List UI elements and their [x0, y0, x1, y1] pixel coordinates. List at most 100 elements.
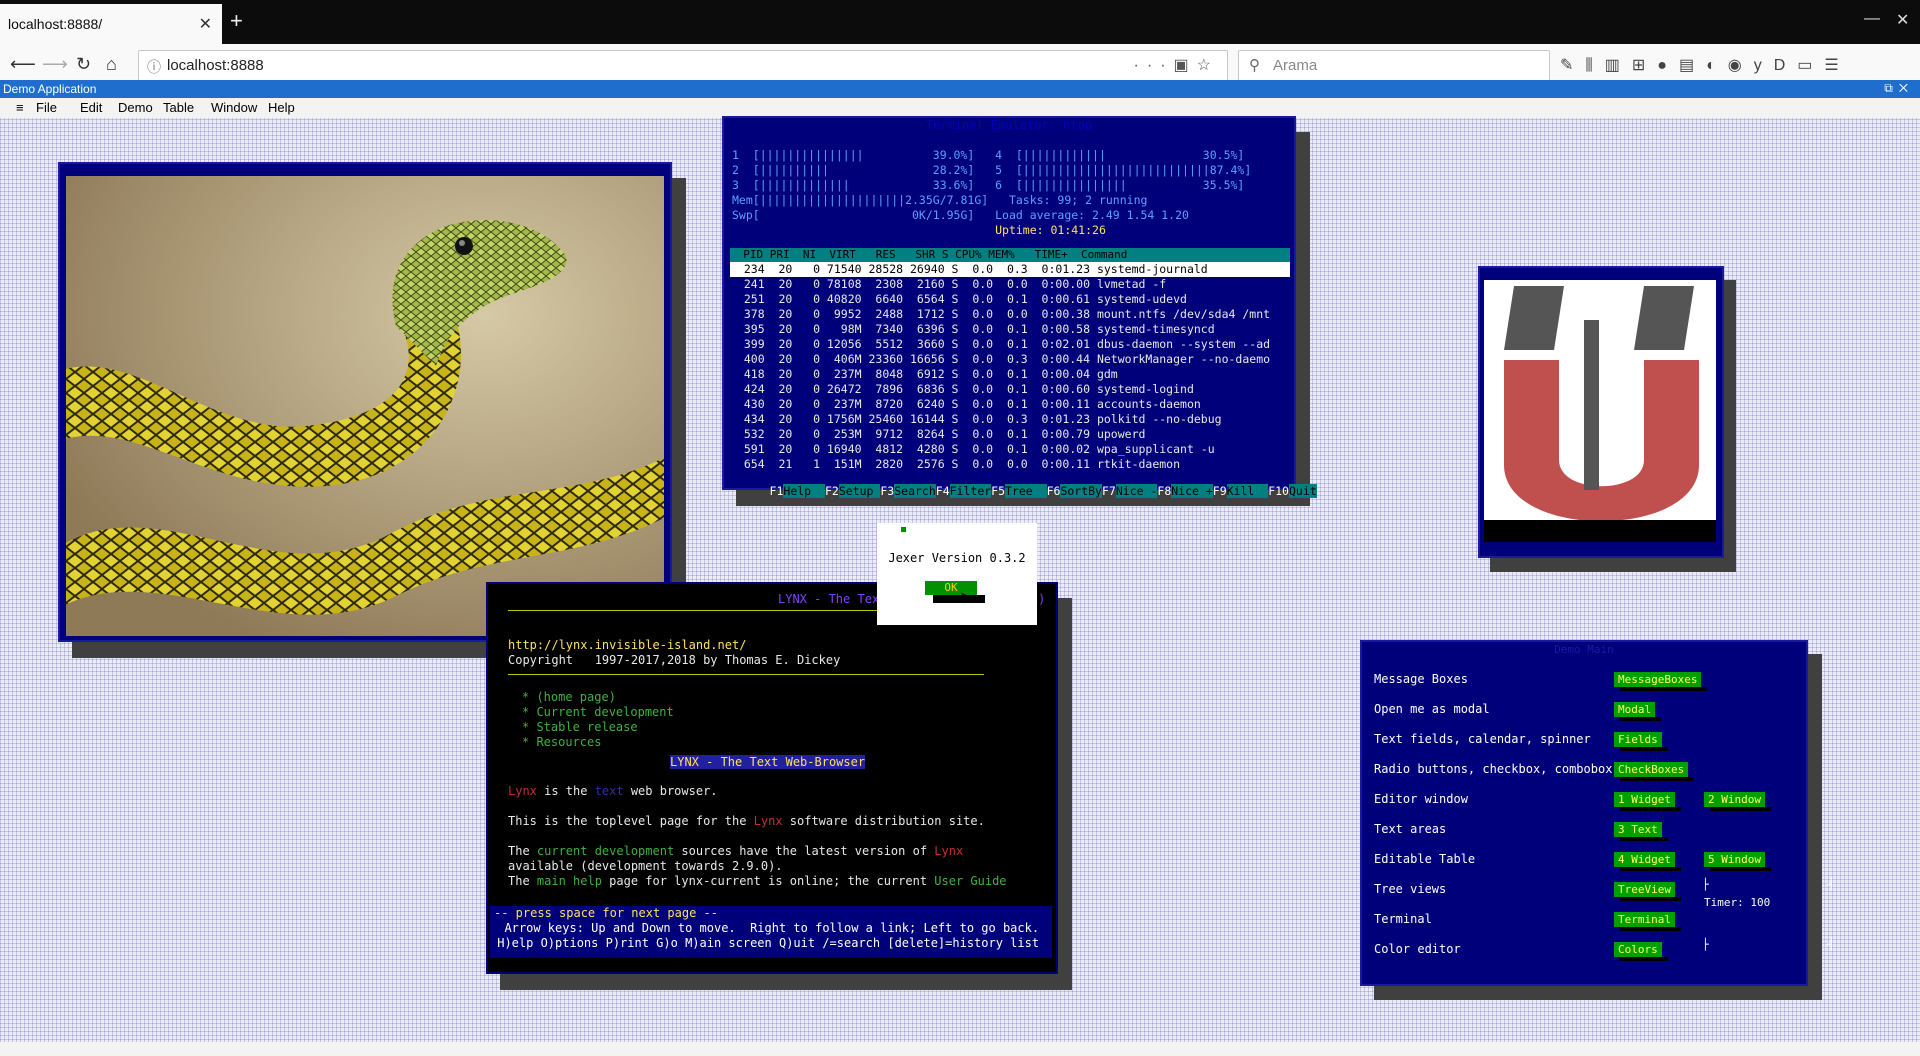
editor-window-button[interactable]: 2 Window	[1704, 792, 1771, 811]
htop-terminal-window[interactable]: Terminal Emulator: htop 1 [|||||||||||||…	[722, 116, 1317, 498]
fields-button[interactable]: Fields	[1614, 732, 1668, 751]
process-table-header[interactable]: PID PRI NI VIRT RES SHR S CPU% MEM% TIME…	[730, 248, 1290, 262]
logo-window[interactable]	[1478, 266, 1724, 558]
lynx-status-bar: -- press space for next page -- Arrow ke…	[490, 906, 1052, 958]
jexer-logo	[1484, 280, 1716, 542]
row-label: Radio buttons, checkbox, combobox	[1374, 762, 1613, 776]
row-label: Text areas	[1374, 822, 1447, 836]
fkey-label[interactable]: Nice -	[1115, 484, 1158, 498]
home-icon[interactable]: ⌂	[106, 54, 117, 75]
link-home-page[interactable]: * (home page)	[522, 690, 616, 704]
fkey-filter[interactable]: F4	[936, 484, 950, 498]
row-label: Editor window	[1374, 792, 1468, 806]
page-actions-icon[interactable]: ···▣☆	[1134, 55, 1219, 75]
url-bar[interactable]: ⓘ localhost:8888 ···▣☆	[138, 50, 1228, 82]
messageboxes-button[interactable]: MessageBoxes	[1614, 672, 1709, 691]
table-row[interactable]: 424 20 0 26472 7896 6836 S 0.0 0.1 0:00.…	[730, 382, 1290, 397]
browser-tab-bar: localhost:8888/ ✕ + — ✕	[0, 0, 1920, 44]
fkey-search[interactable]: F3	[880, 484, 894, 498]
lynx-terminal-window[interactable]: LYNX - The Text Web-Browser (p1 of 3) ht…	[486, 582, 1058, 974]
text-areas-button[interactable]: 3 Text	[1614, 822, 1668, 841]
new-tab-icon[interactable]: +	[230, 8, 243, 34]
app-title: Demo Application	[3, 82, 97, 96]
fkey-label[interactable]: Help	[783, 484, 825, 498]
close-window-icon[interactable]: ✕	[1896, 10, 1909, 30]
timer-label: Timer: 100	[1704, 896, 1771, 909]
fkey-label[interactable]: Filter	[949, 484, 992, 498]
demo-main-window[interactable]: Demo Main Message Boxes MessageBoxes Ope…	[1360, 640, 1834, 986]
fkey-tree[interactable]: F5	[991, 484, 1005, 498]
table-window-button[interactable]: 5 Window	[1704, 852, 1771, 871]
version-dialog[interactable]: Jexer Version 0.3.2 OK ➤	[877, 523, 1037, 625]
paragraph: The current development sources have the…	[508, 844, 964, 858]
table-row[interactable]: 251 20 0 40820 6640 6564 S 0.0 0.1 0:00.…	[730, 292, 1290, 307]
function-key-bar: F1Help F2Setup F3SearchF4FilterF5Tree F6…	[728, 470, 1317, 512]
forward-icon[interactable]: ⟶	[42, 54, 68, 75]
table-row[interactable]: 234 20 0 71540 28528 26940 S 0.0 0.3 0:0…	[730, 262, 1290, 277]
page-heading: LYNX - The Text Web-Browser	[670, 755, 866, 769]
fkey-label[interactable]: Nice +	[1171, 484, 1213, 498]
window-title: Terminal Emulator: htop	[925, 118, 1093, 132]
fkey-nice-minus[interactable]: F7	[1102, 484, 1116, 498]
link-resources[interactable]: * Resources	[522, 735, 601, 749]
table-row[interactable]: 378 20 0 9952 2488 1712 S 0.0 0.0 0:00.3…	[730, 307, 1290, 322]
checkboxes-button[interactable]: CheckBoxes	[1614, 762, 1695, 781]
image-window[interactable]	[58, 162, 672, 642]
table-row[interactable]: 430 20 0 237M 8720 6240 S 0.0 0.1 0:00.1…	[730, 397, 1290, 412]
menu-demo[interactable]: Demo	[118, 100, 153, 115]
table-row[interactable]: 434 20 0 1756M 25460 16144 S 0.0 0.3 0:0…	[730, 412, 1290, 427]
fkey-setup[interactable]: F2	[825, 484, 839, 498]
menu-window[interactable]: Window	[211, 100, 257, 115]
browser-tab[interactable]: localhost:8888/ ✕	[0, 4, 222, 44]
colors-button[interactable]: Colors	[1614, 942, 1668, 961]
back-icon[interactable]: ⟵	[10, 54, 36, 75]
table-row[interactable]: 399 20 0 12056 5512 3660 S 0.0 0.1 0:02.…	[730, 337, 1290, 352]
terminal-button[interactable]: Terminal	[1614, 912, 1681, 931]
treeview-button[interactable]: TreeView	[1614, 882, 1681, 901]
table-row[interactable]: 418 20 0 237M 8048 6912 S 0.0 0.1 0:00.0…	[730, 367, 1290, 382]
menu-system[interactable]: ≡	[16, 100, 24, 115]
dialog-close-icon[interactable]	[901, 527, 906, 532]
table-row[interactable]: 395 20 0 98M 7340 6396 S 0.0 0.1 0:00.58…	[730, 322, 1290, 337]
paragraph: Lynx is the text web browser.	[508, 784, 718, 798]
fkey-label[interactable]: Quit	[1288, 484, 1317, 498]
table-row[interactable]: 591 20 0 16940 4812 4280 S 0.0 0.1 0:00.…	[730, 442, 1290, 457]
table-row[interactable]: 400 20 0 406M 23360 16656 S 0.0 0.3 0:00…	[730, 352, 1290, 367]
site-info-icon[interactable]: ⓘ	[147, 57, 161, 77]
fkey-help[interactable]: F1	[770, 484, 784, 498]
app-window-controls[interactable]: ⧉✕	[1884, 81, 1914, 96]
paragraph: available (development towards 2.9.0).	[508, 859, 783, 873]
search-input[interactable]: ⚲ Arama	[1238, 50, 1550, 82]
minimize-icon[interactable]: —	[1864, 10, 1880, 28]
link-stable-release[interactable]: * Stable release	[522, 720, 638, 734]
help-line: Arrow keys: Up and Down to move. Right t…	[490, 921, 1040, 935]
row-label: Message Boxes	[1374, 672, 1468, 686]
link-current-development[interactable]: * Current development	[522, 705, 674, 719]
cpu-meter: 3 [||||||||||||| 33.6%] 6 [|||||||||||||…	[732, 178, 1245, 192]
table-widget-button[interactable]: 4 Widget	[1614, 852, 1681, 871]
fkey-quit[interactable]: F10	[1268, 484, 1289, 498]
menu-edit[interactable]: Edit	[80, 100, 102, 115]
menu-table[interactable]: Table	[163, 100, 194, 115]
help-line: H)elp O)ptions P)rint G)o M)ain screen Q…	[490, 936, 1040, 950]
row-label: Text fields, calendar, spinner	[1374, 732, 1591, 746]
fkey-label[interactable]: SortBy	[1060, 484, 1102, 498]
menu-file[interactable]: File	[36, 100, 57, 115]
fkey-nice-plus[interactable]: F8	[1157, 484, 1171, 498]
modal-button[interactable]: Modal	[1614, 702, 1662, 721]
fkey-label[interactable]: Tree	[1005, 484, 1047, 498]
fkey-label[interactable]: Search	[894, 484, 936, 498]
menu-help[interactable]: Help	[268, 100, 295, 115]
table-row[interactable]: 241 20 0 78108 2308 2160 S 0.0 0.0 0:00.…	[730, 277, 1290, 292]
reload-icon[interactable]: ↻	[76, 54, 91, 75]
table-row[interactable]: 532 20 0 253M 9712 8264 S 0.0 0.1 0:00.7…	[730, 427, 1290, 442]
fkey-label[interactable]: Kill	[1226, 484, 1269, 498]
editor-widget-button[interactable]: 1 Widget	[1614, 792, 1681, 811]
fkey-kill[interactable]: F9	[1213, 484, 1227, 498]
toolbar-icons[interactable]: ✎⫼▥⊞●▤◐◉yD▭☰	[1560, 55, 1851, 75]
menu-bar: ≡ File Edit Demo Table Window Help	[0, 98, 1920, 118]
fkey-sortby[interactable]: F6	[1047, 484, 1061, 498]
lynx-url[interactable]: http://lynx.invisible-island.net/	[508, 638, 746, 652]
fkey-label[interactable]: Setup	[838, 484, 881, 498]
close-tab-icon[interactable]: ✕	[199, 14, 212, 34]
